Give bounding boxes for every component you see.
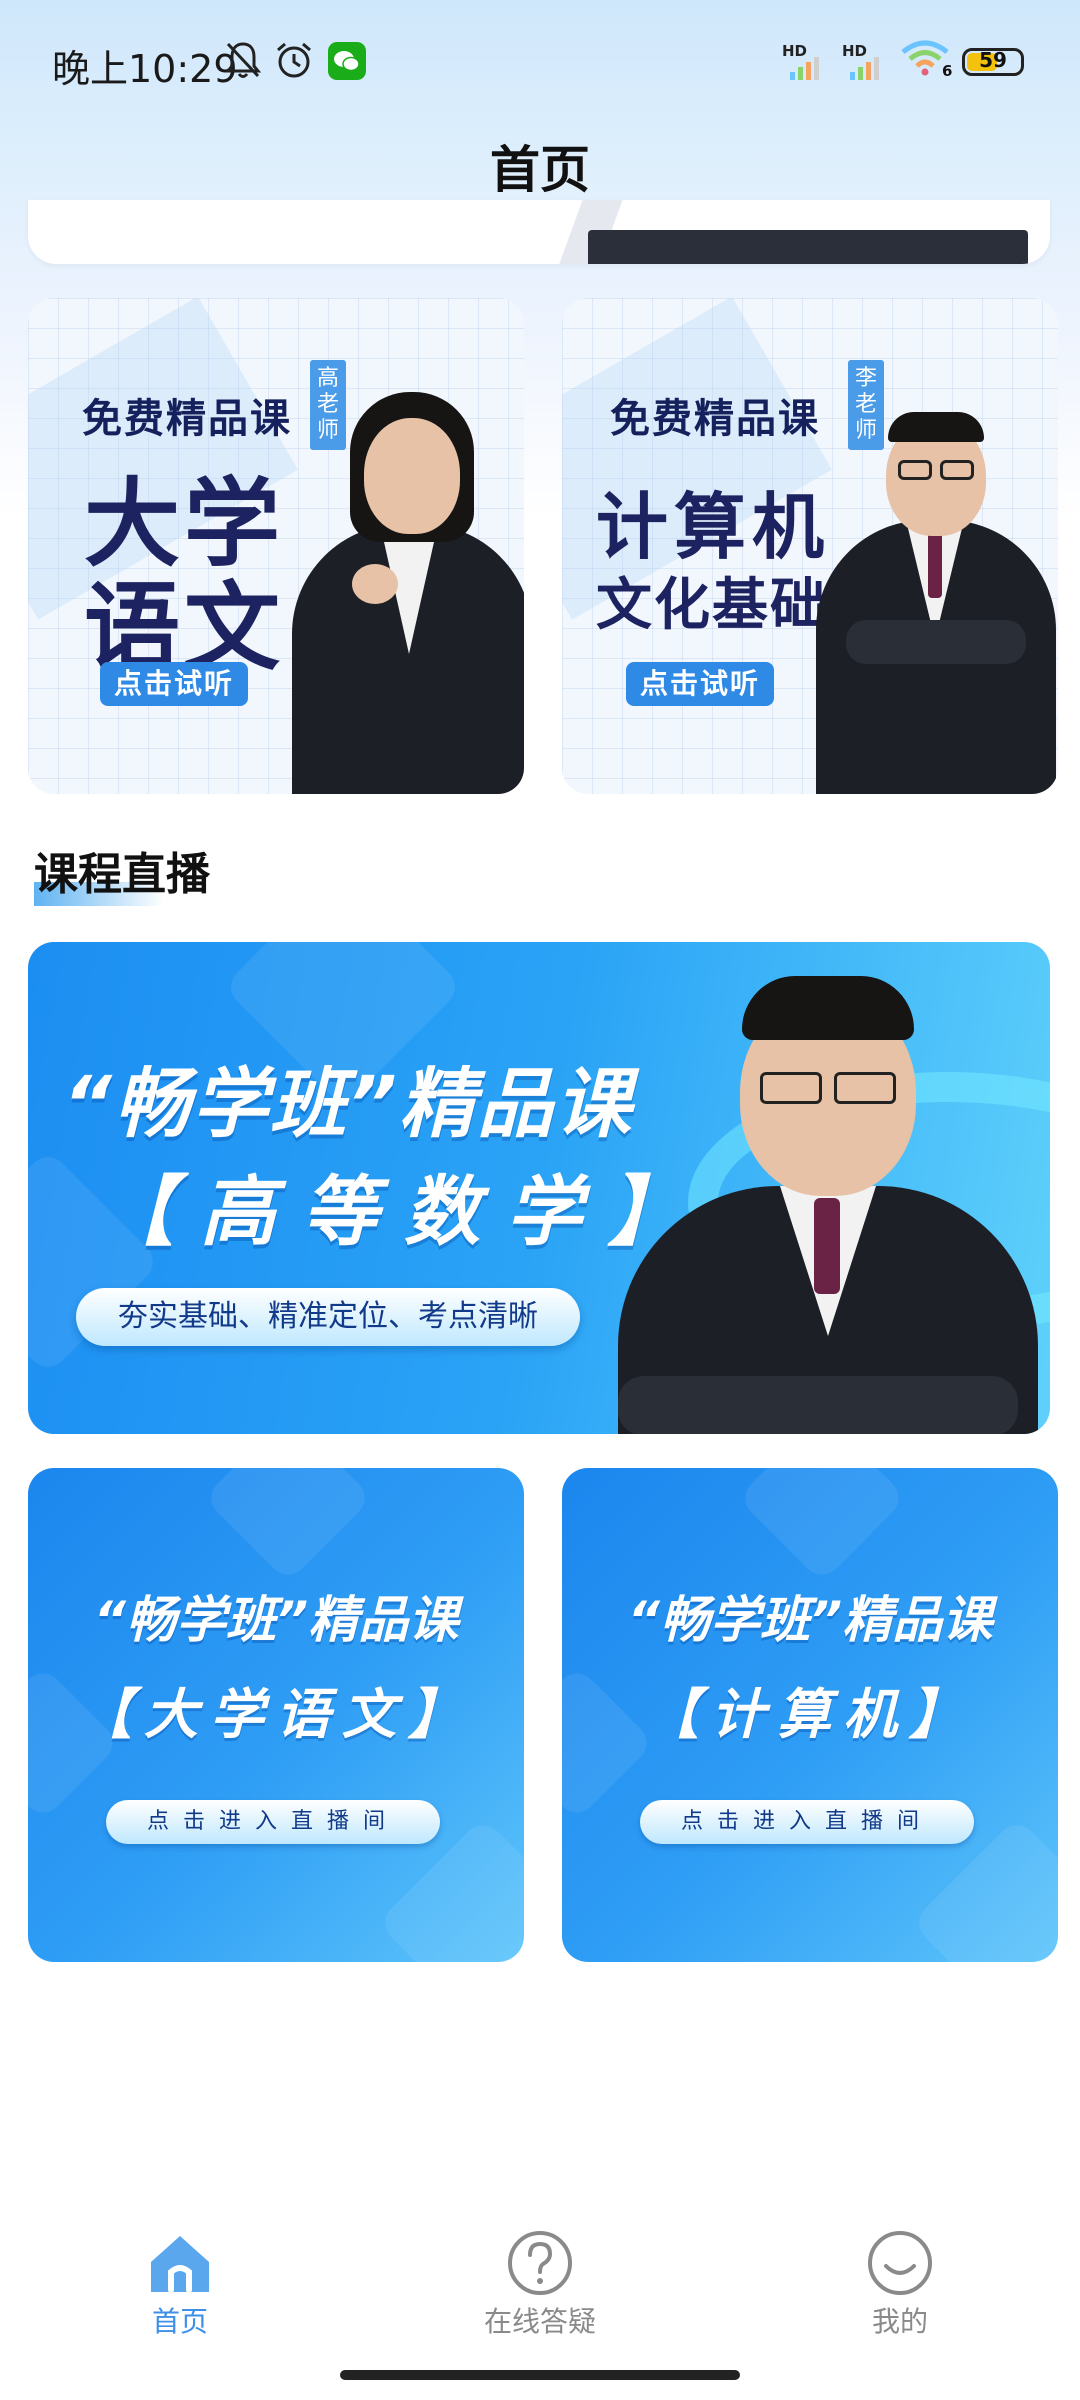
free-course-tag: 免费精品课 [82, 396, 292, 442]
try-listen-button[interactable]: 点击试听 [100, 662, 249, 706]
teacher-photo [608, 956, 1048, 1434]
smile-icon [868, 2231, 932, 2295]
home-indicator[interactable] [340, 2370, 740, 2380]
enter-live-room-button[interactable]: 点击进入直播间 [640, 1800, 974, 1844]
live-banner-slogan: 夯实基础、精准定位、考点清晰 [76, 1288, 580, 1346]
course-subject-line2: 文化基础 [596, 573, 828, 638]
live-room-headline: “畅学班”精品课 [93, 1591, 459, 1649]
teacher-photo [292, 392, 524, 794]
free-course-tag: 免费精品课 [610, 396, 820, 442]
enter-live-room-button[interactable]: 点击进入直播间 [106, 1800, 440, 1844]
live-room-card-chinese[interactable]: “畅学班”精品课 【大学语文】 点击进入直播间 [28, 1468, 524, 1962]
course-subject-line1: 计算机 [596, 485, 831, 569]
alarm-icon [277, 42, 311, 78]
live-room-subject: 【大学语文】 [78, 1683, 474, 1746]
teacher-photo [816, 390, 1056, 794]
battery-level: 59 [979, 48, 1007, 72]
status-bar: 晚上10:29 HD HD 6 59 [0, 0, 1080, 125]
nav-item-qa[interactable]: 在线答疑 [440, 2220, 640, 2340]
mute-bell-icon [224, 42, 262, 78]
home-icon [151, 2236, 209, 2293]
live-room-subject: 【计算机】 [645, 1683, 975, 1746]
nav-label-home: 首页 [151, 2305, 208, 2338]
free-course-card-computer[interactable]: 免费精品课 李老师 计算机 文化基础 点击试听 [562, 298, 1058, 794]
nav-label-qa: 在线答疑 [483, 2305, 596, 2338]
free-course-card-chinese[interactable]: 免费精品课 高老师 大学 语文 点击试听 [28, 298, 524, 794]
nav-label-mine: 我的 [871, 2305, 928, 2338]
live-room-headline: “畅学班”精品课 [627, 1591, 993, 1649]
bottom-nav: 首页 在线答疑 我的 [0, 2220, 1080, 2360]
status-time: 晚上10:29 [52, 47, 238, 91]
wifi-label: 6 [942, 62, 953, 80]
page-title: 首页 [490, 141, 590, 199]
live-banner-headline: “畅学班”精品课 [63, 1059, 633, 1148]
battery-icon: 59 [962, 48, 1024, 76]
top-banner[interactable] [28, 200, 1050, 264]
section-title-live: 课程直播 [34, 849, 210, 900]
try-listen-button[interactable]: 点击试听 [626, 662, 775, 706]
nav-item-home[interactable]: 首页 [80, 2220, 280, 2340]
nav-item-mine[interactable]: 我的 [800, 2220, 1000, 2340]
wifi-icon: 6 [900, 40, 956, 84]
wechat-icon [328, 42, 366, 80]
question-icon [508, 2231, 572, 2295]
live-room-card-computer[interactable]: “畅学班”精品课 【计算机】 点击进入直播间 [562, 1468, 1058, 1962]
live-course-banner[interactable]: “畅学班”精品课 【高等数学】 夯实基础、精准定位、考点清晰 [28, 942, 1050, 1434]
